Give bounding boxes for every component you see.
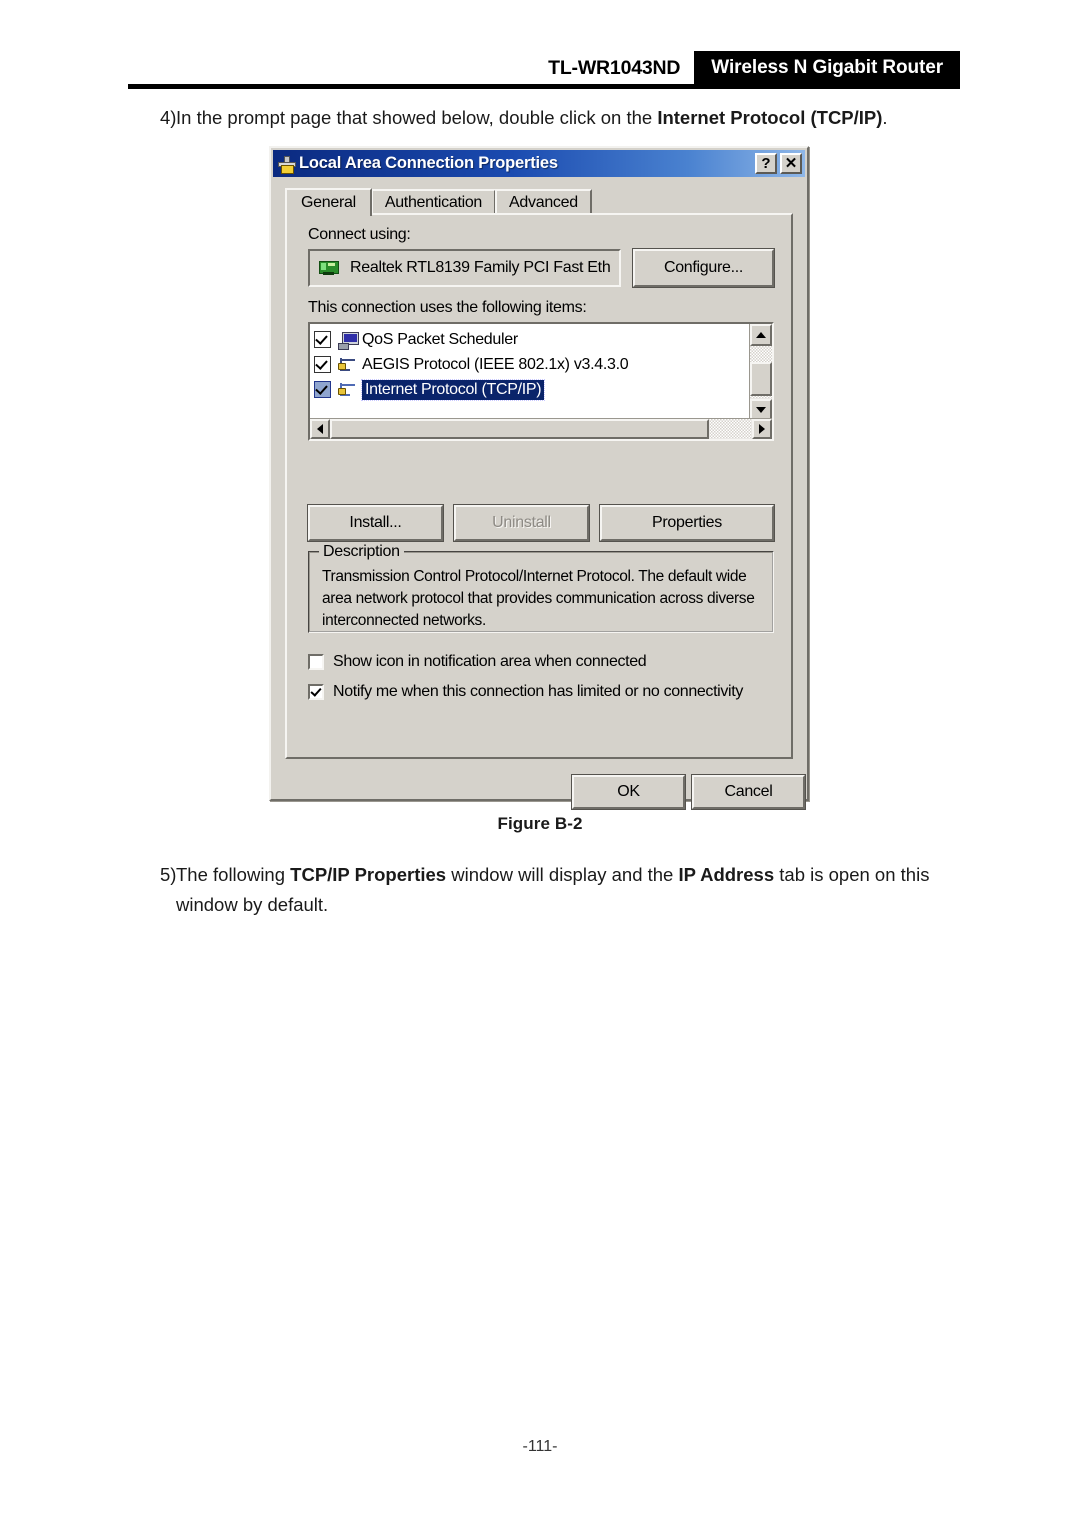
notify-checkbox-row[interactable]: Notify me when this connection has limit… [308,683,743,701]
dialog-titlebar[interactable]: Local Area Connection Properties ? ✕ [273,150,805,177]
horizontal-scroll-thumb[interactable] [330,419,709,439]
uninstall-button-label: Uninstall [492,514,551,531]
header-product-badge: Wireless N Gigabit Router [694,51,960,85]
protocol-icon [337,381,359,399]
tab-strip: General Authentication Advanced [285,188,793,216]
page-header: TL-WR1043ND Wireless N Gigabit Router [0,0,1080,95]
page-number-footer: -111- [522,1438,558,1455]
properties-button-label: Properties [652,514,722,531]
tab-general[interactable]: General [285,188,372,216]
list-item-selected[interactable]: Internet Protocol (TCP/IP) [314,377,750,402]
step-4-number: 4) [160,107,177,128]
header-divider-rule [128,84,960,89]
vertical-scroll-thumb[interactable] [750,362,772,396]
step-5-bold2: IP Address [678,864,775,885]
show-icon-checkbox[interactable] [308,654,324,670]
dialog-client-area: General Authentication Advanced Connect … [273,177,806,810]
local-area-connection-properties-dialog[interactable]: Local Area Connection Properties ? ✕ Gen… [269,146,809,810]
cancel-button[interactable]: Cancel [691,774,806,810]
network-adapter-icon [319,260,339,276]
show-icon-checkbox-label: Show icon in notification area when conn… [333,653,647,670]
step-4-text-after: . [882,107,888,128]
help-icon[interactable]: ? [755,153,777,174]
network-connection-icon [277,155,296,174]
network-adapter-name: Realtek RTL8139 Family PCI Fast Eth [350,259,611,276]
notify-checkbox-label: Notify me when this connection has limit… [333,683,743,700]
network-adapter-field: Realtek RTL8139 Family PCI Fast Eth [308,249,621,287]
step-4-text: In the prompt page that showed below, do… [176,103,960,133]
close-icon[interactable]: ✕ [780,153,802,174]
step-4-text-before: In the prompt page that showed below, do… [176,107,658,128]
description-groupbox: Description Transmission Control Protoco… [308,543,774,633]
tab-advanced[interactable]: Advanced [495,189,592,214]
ok-button[interactable]: OK [571,774,686,810]
protocol-icon [337,356,359,374]
install-button[interactable]: Install... [307,504,444,542]
step-5-text: The following TCP/IP Properties window w… [176,860,960,920]
computer-icon [337,331,359,350]
step-5: 5) The following TCP/IP Properties windo… [130,860,960,920]
vertical-scrollbar[interactable] [749,324,772,421]
step-4-text-bold: Internet Protocol (TCP/IP) [657,107,883,128]
configure-button-label: Configure... [663,259,744,276]
list-item-label: Internet Protocol (TCP/IP) [360,378,546,401]
scroll-up-icon[interactable] [750,324,772,346]
step-5-bold1: TCP/IP Properties [290,864,447,885]
step-4: 4) In the prompt page that showed below,… [130,103,960,133]
titlebar-buttons: ? ✕ [755,153,802,174]
show-icon-checkbox-row[interactable]: Show icon in notification area when conn… [308,653,647,671]
notify-checkbox[interactable] [308,684,324,700]
configure-button[interactable]: Configure... [632,248,775,288]
header-model-name: TL-WR1043ND [548,56,681,79]
scroll-right-icon[interactable] [752,419,772,439]
description-text: Transmission Control Protocol/Internet P… [322,568,755,629]
description-group-title: Description [319,543,404,561]
uninstall-button: Uninstall [453,504,590,542]
components-listbox[interactable]: QoS Packet Scheduler AEGIS Protocol (IEE… [308,322,774,441]
step-5-part2: window will display and the [446,864,679,885]
tab-authentication[interactable]: Authentication [370,189,497,214]
connect-using-label: Connect using: [308,226,411,243]
ok-button-label: OK [617,783,640,800]
checkbox-icon[interactable] [314,331,331,348]
step-5-part1: The following [176,864,291,885]
dialog-title: Local Area Connection Properties [299,154,558,172]
general-tab-panel: Connect using: Realtek RTL8139 Family PC… [285,213,793,759]
list-item-label: AEGIS Protocol (IEEE 802.1x) v3.4.3.0 [362,355,629,373]
step-5-number: 5) [160,864,177,885]
properties-button[interactable]: Properties [599,504,775,542]
cancel-button-label: Cancel [724,783,773,800]
list-item[interactable]: QoS Packet Scheduler [314,327,750,352]
horizontal-scrollbar[interactable] [310,418,772,439]
list-item-label: QoS Packet Scheduler [362,330,518,348]
list-item[interactable]: AEGIS Protocol (IEEE 802.1x) v3.4.3.0 [314,352,750,377]
header-row: TL-WR1043ND Wireless N Gigabit Router [130,50,960,86]
figure-caption: Figure B-2 [497,814,583,833]
checkbox-icon[interactable] [314,356,331,373]
checkbox-icon[interactable] [314,381,331,398]
install-button-label: Install... [349,514,402,531]
scroll-left-icon[interactable] [310,419,330,439]
items-list-label: This connection uses the following items… [308,299,587,316]
